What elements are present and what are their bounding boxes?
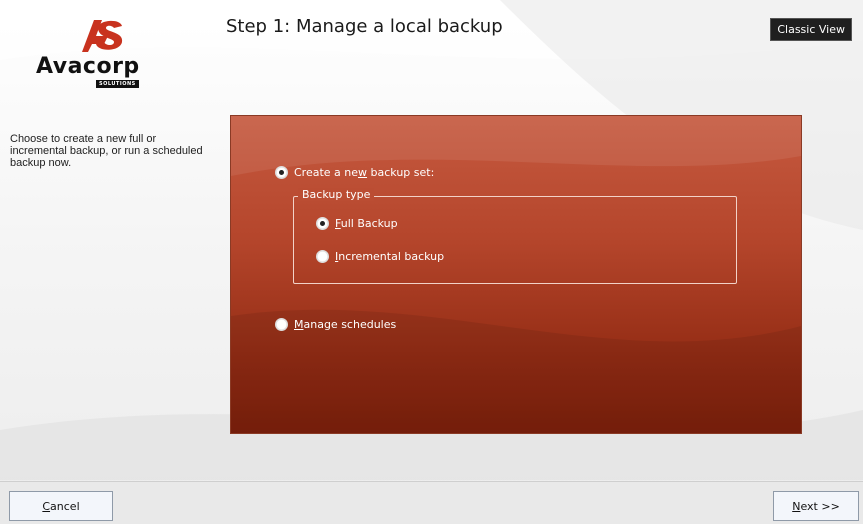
logo-subtitle: SOLUTIONS xyxy=(96,80,139,88)
logo-wordmark: Avacorp xyxy=(36,54,140,79)
page-title: Step 1: Manage a local backup xyxy=(226,16,503,37)
full-backup-radio[interactable]: Full Backup xyxy=(316,217,398,230)
create-new-backup-label: Create a new backup set: xyxy=(294,166,435,179)
footer-bar: Cancel Next >> xyxy=(0,481,863,524)
manage-schedules-radio[interactable]: Manage schedules xyxy=(275,318,396,331)
radio-unselected-icon xyxy=(316,250,329,263)
radio-selected-icon xyxy=(316,217,329,230)
instructions-text: Choose to create a new full or increment… xyxy=(10,133,203,169)
incremental-backup-radio[interactable]: Incremental backup xyxy=(316,250,444,263)
avacorp-logo: Avacorp SOLUTIONS xyxy=(36,14,166,90)
incremental-backup-label: Incremental backup xyxy=(335,250,445,263)
next-button[interactable]: Next >> xyxy=(773,491,859,521)
radio-selected-icon xyxy=(275,166,288,179)
backup-type-legend: Backup type xyxy=(298,188,375,201)
radio-unselected-icon xyxy=(275,318,288,331)
create-new-backup-radio[interactable]: Create a new backup set: xyxy=(275,166,434,179)
backup-type-group: Backup type Full Backup Incremental back… xyxy=(293,188,737,284)
avacorp-logo-mark-icon xyxy=(82,20,123,52)
backup-wizard-window: Avacorp SOLUTIONS Step 1: Manage a local… xyxy=(0,0,863,524)
classic-view-button[interactable]: Classic View xyxy=(770,18,852,41)
manage-schedules-label: Manage schedules xyxy=(294,318,397,331)
cancel-button[interactable]: Cancel xyxy=(9,491,113,521)
full-backup-label: Full Backup xyxy=(335,217,398,230)
options-panel: Create a new backup set: Backup type Ful… xyxy=(230,115,802,434)
